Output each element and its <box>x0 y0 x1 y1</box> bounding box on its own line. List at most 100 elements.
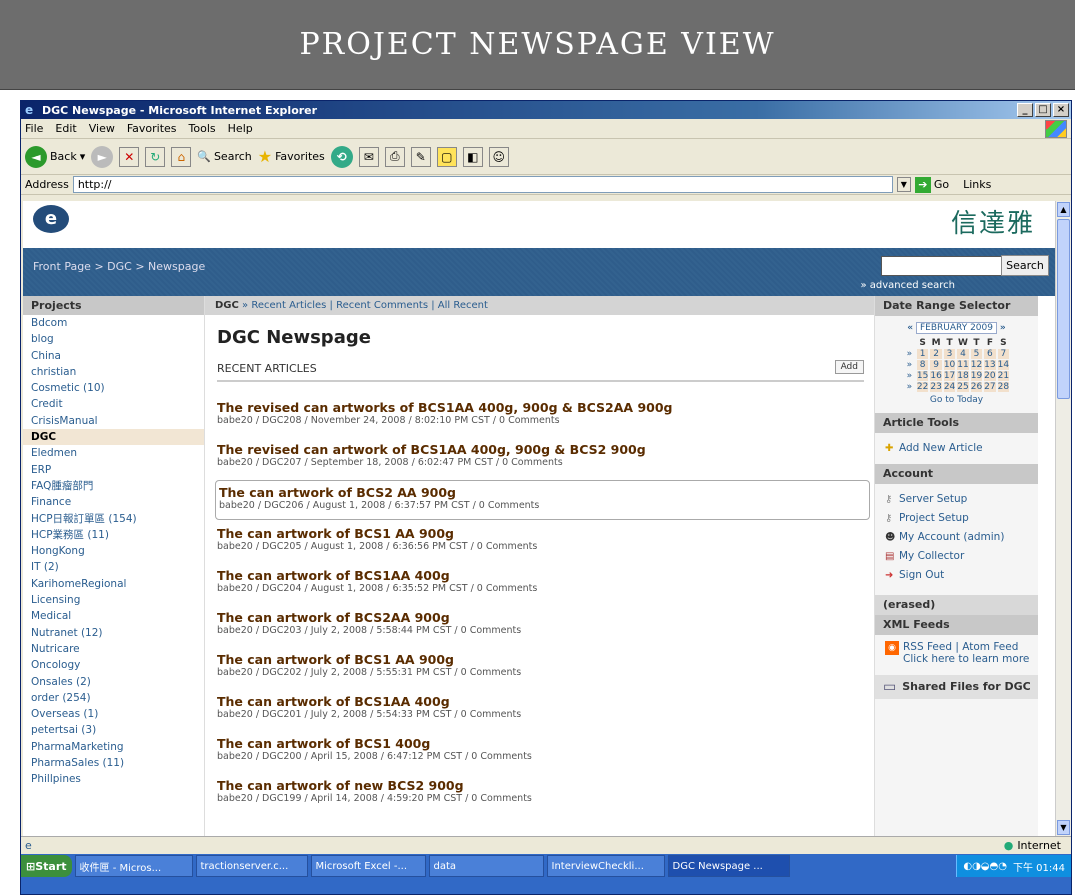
sign-out-link[interactable]: ➜ Sign Out <box>885 566 1038 585</box>
article-title[interactable]: The can artwork of BCS1 AA 900g <box>217 526 874 541</box>
research-button[interactable]: ◧ <box>462 146 483 167</box>
menu-help[interactable]: Help <box>228 122 253 135</box>
project-item[interactable]: DGC <box>23 429 204 446</box>
calendar-day[interactable]: 21 <box>997 371 1010 381</box>
home-button[interactable]: ⌂ <box>171 146 192 167</box>
maximize-button[interactable]: □ <box>1035 103 1051 117</box>
calendar-day[interactable]: 3 <box>943 349 956 359</box>
project-item[interactable]: Finance <box>31 494 204 510</box>
menu-edit[interactable]: Edit <box>55 122 76 135</box>
project-item[interactable]: Oncology <box>31 657 204 673</box>
site-search-input[interactable] <box>881 256 1019 276</box>
history-button[interactable]: ⟲ <box>330 145 353 168</box>
project-item[interactable]: Eledmen <box>31 445 204 461</box>
project-item[interactable]: Nutricare <box>31 641 204 657</box>
calendar-day[interactable]: 6 <box>984 349 996 359</box>
task-dgc-newspage[interactable]: DGC Newspage ... <box>667 855 790 877</box>
project-item[interactable]: ERP <box>31 462 204 478</box>
learn-more-link[interactable]: Click here to learn more <box>903 653 1029 665</box>
project-item[interactable]: KarihomeRegional <box>31 576 204 592</box>
calendar-month[interactable]: FEBRUARY 2009 <box>916 322 997 334</box>
article-title[interactable]: The can artwork of BCS1AA 400g <box>217 568 874 583</box>
article-title[interactable]: The can artwork of new BCS2 900g <box>217 778 874 793</box>
print-button[interactable]: ⎙ <box>384 146 405 167</box>
calendar-day[interactable]: 12 <box>970 360 983 370</box>
site-logo[interactable]: e <box>33 205 69 233</box>
calendar-day[interactable]: 2 <box>930 349 942 359</box>
server-setup-link[interactable]: ⚷ Server Setup <box>885 490 1038 509</box>
prev-month-button[interactable]: « <box>907 323 913 333</box>
menu-file[interactable]: File <box>25 122 43 135</box>
article-title[interactable]: The can artwork of BCS2AA 900g <box>217 610 874 625</box>
task-tractionserver[interactable]: tractionserver.c... <box>195 855 308 877</box>
week-select-button[interactable]: » <box>904 349 915 359</box>
add-new-article-link[interactable]: ✚ Add New Article <box>885 439 1038 458</box>
messenger-button[interactable]: ☺ <box>488 146 509 167</box>
scroll-down-button[interactable]: ▼ <box>1057 820 1070 835</box>
refresh-button[interactable]: ↻ <box>145 146 166 167</box>
address-dropdown[interactable]: ▼ <box>896 177 911 192</box>
advanced-search-link[interactable]: » advanced search <box>860 280 955 291</box>
calendar-day[interactable]: 19 <box>970 371 983 381</box>
discuss-button[interactable]: ▢ <box>436 146 457 167</box>
site-search-button[interactable]: Search <box>1001 255 1049 276</box>
project-item[interactable]: Overseas (1) <box>31 706 204 722</box>
calendar-day[interactable]: 7 <box>997 349 1010 359</box>
project-item[interactable]: HCP業務區 (11) <box>31 527 204 543</box>
forward-button[interactable]: ► <box>91 145 114 168</box>
week-select-button[interactable]: » <box>904 371 915 381</box>
project-item[interactable]: Licensing <box>31 592 204 608</box>
project-item[interactable]: Cosmetic (10) <box>31 380 204 396</box>
calendar-day[interactable]: 8 <box>916 360 929 370</box>
project-item[interactable]: Bdcom <box>31 315 204 331</box>
calendar-day[interactable]: 17 <box>943 371 956 381</box>
search-button[interactable]: 🔍 Search <box>197 150 252 163</box>
calendar-day[interactable]: 1 <box>916 349 929 359</box>
go-to-today-link[interactable]: Go to Today <box>875 395 1038 405</box>
project-item[interactable]: petertsai (3) <box>31 722 204 738</box>
add-article-button[interactable]: Add <box>834 360 864 374</box>
my-account-link[interactable]: ☻ My Account (admin) <box>885 528 1038 547</box>
article-title[interactable]: The revised can artworks of BCS1AA 400g,… <box>217 400 874 415</box>
edit-button[interactable]: ✎ <box>410 146 431 167</box>
address-input[interactable]: http:// <box>72 176 893 193</box>
calendar-day[interactable]: 28 <box>997 382 1010 392</box>
task-outlook[interactable]: 收件匣 - Micros... <box>74 855 193 877</box>
project-item[interactable]: Nutranet (12) <box>31 625 204 641</box>
calendar-day[interactable]: 26 <box>970 382 983 392</box>
task-interviewchecklist[interactable]: InterviewCheckli... <box>546 855 665 877</box>
subnav-links[interactable]: Recent Articles | Recent Comments | All … <box>251 300 488 311</box>
calendar-day[interactable]: 15 <box>916 371 929 381</box>
calendar-day[interactable]: 16 <box>930 371 942 381</box>
project-item[interactable]: Credit <box>31 396 204 412</box>
calendar-day[interactable]: 27 <box>984 382 996 392</box>
menu-tools[interactable]: Tools <box>189 122 216 135</box>
next-month-button[interactable]: » <box>1000 323 1006 333</box>
article-title[interactable]: The can artwork of BCS1AA 400g <box>217 694 874 709</box>
mail-button[interactable]: ✉ <box>358 146 379 167</box>
task-excel[interactable]: Microsoft Excel -... <box>310 855 426 877</box>
feed-links[interactable]: RSS Feed | Atom Feed <box>903 641 1029 653</box>
article-title[interactable]: The can artwork of BCS1 AA 900g <box>217 652 874 667</box>
calendar-day[interactable]: 22 <box>916 382 929 392</box>
project-item[interactable]: PharmaMarketing <box>31 739 204 755</box>
scroll-up-button[interactable]: ▲ <box>1057 202 1070 217</box>
project-item[interactable]: HongKong <box>31 543 204 559</box>
project-item[interactable]: Phillpines <box>31 771 204 787</box>
start-button[interactable]: ⊞ Start <box>21 855 72 877</box>
back-button[interactable]: ◄ Back ▾ <box>25 145 85 168</box>
article-title[interactable]: The can artwork of BCS1 400g <box>217 736 874 751</box>
close-button[interactable]: × <box>1053 103 1069 117</box>
project-setup-link[interactable]: ⚷ Project Setup <box>885 509 1038 528</box>
shared-files-link[interactable]: ▭ Shared Files for DGC <box>875 675 1038 699</box>
project-item[interactable]: HCP日報訂單區 (154) <box>31 511 204 527</box>
subnav-project[interactable]: DGC <box>215 300 239 311</box>
calendar-day[interactable]: 5 <box>970 349 983 359</box>
calendar-day[interactable]: 24 <box>943 382 956 392</box>
week-select-button[interactable]: » <box>904 382 915 392</box>
calendar-day[interactable]: 23 <box>930 382 942 392</box>
menu-favorites[interactable]: Favorites <box>127 122 177 135</box>
scroll-thumb[interactable] <box>1057 219 1070 399</box>
go-button[interactable]: ➔ Go <box>914 176 949 193</box>
menu-view[interactable]: View <box>89 122 115 135</box>
